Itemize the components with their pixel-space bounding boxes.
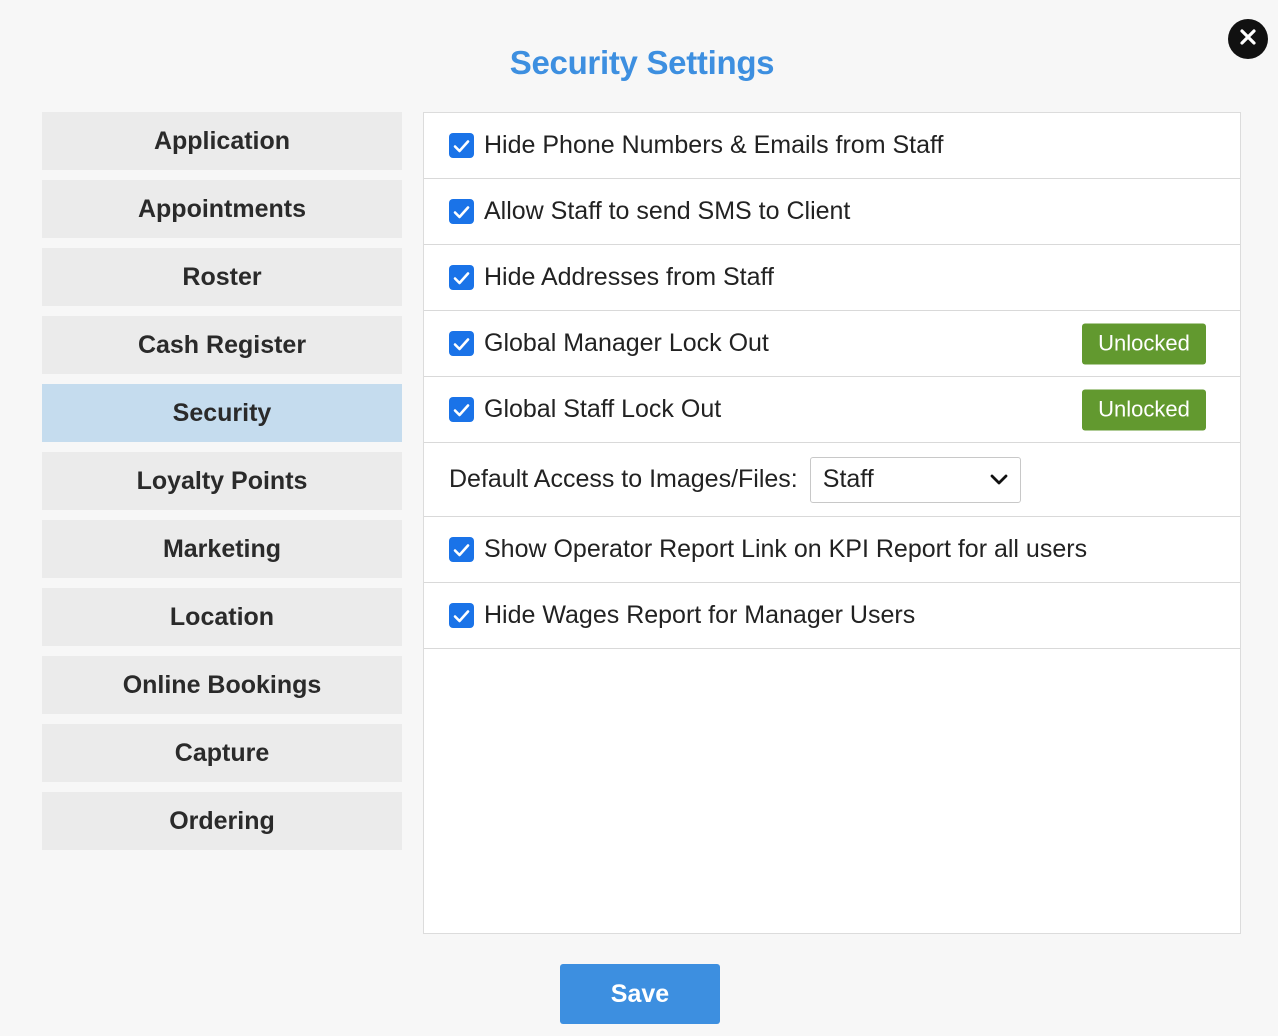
allow-sms-checkbox[interactable] — [449, 199, 474, 224]
manager-lockout-status-button[interactable]: Unlocked — [1082, 323, 1206, 364]
sidebar-item-online-bookings[interactable]: Online Bookings — [42, 656, 402, 714]
hide-phone-checkbox[interactable] — [449, 133, 474, 158]
setting-row-manager-lockout: Global Manager Lock Out Unlocked — [424, 311, 1240, 377]
sidebar-item-location[interactable]: Location — [42, 588, 402, 646]
page-title: Security Settings — [509, 44, 775, 81]
checkmark-icon — [453, 337, 470, 350]
hide-wages-checkbox[interactable] — [449, 603, 474, 628]
checkmark-icon — [453, 271, 470, 284]
hide-phone-label: Hide Phone Numbers & Emails from Staff — [484, 131, 944, 159]
operator-report-checkbox[interactable] — [449, 537, 474, 562]
default-access-selected-value: Staff — [822, 465, 874, 493]
default-access-label: Default Access to Images/Files: — [449, 465, 798, 493]
checkmark-icon — [453, 403, 470, 416]
manager-lockout-label: Global Manager Lock Out — [484, 329, 769, 357]
sidebar-item-application[interactable]: Application — [42, 112, 402, 170]
checkmark-icon — [453, 543, 470, 556]
setting-row-hide-wages: Hide Wages Report for Manager Users — [424, 583, 1240, 649]
default-access-select[interactable]: Staff — [809, 456, 1021, 503]
sidebar-item-roster[interactable]: Roster — [42, 248, 402, 306]
close-button[interactable] — [1228, 19, 1268, 59]
staff-lockout-checkbox[interactable] — [449, 397, 474, 422]
close-icon — [1239, 28, 1257, 51]
settings-sidebar: Application Appointments Roster Cash Reg… — [42, 112, 402, 860]
setting-row-operator-report: Show Operator Report Link on KPI Report … — [424, 517, 1240, 583]
sidebar-item-cash-register[interactable]: Cash Register — [42, 316, 402, 374]
hide-wages-label: Hide Wages Report for Manager Users — [484, 601, 916, 629]
checkmark-icon — [453, 139, 470, 152]
checkmark-icon — [453, 205, 470, 218]
manager-lockout-checkbox[interactable] — [449, 331, 474, 356]
chevron-down-icon — [990, 474, 1008, 484]
sidebar-item-capture[interactable]: Capture — [42, 724, 402, 782]
sidebar-item-ordering[interactable]: Ordering — [42, 792, 402, 850]
sidebar-item-loyalty-points[interactable]: Loyalty Points — [42, 452, 402, 510]
hide-addresses-checkbox[interactable] — [449, 265, 474, 290]
staff-lockout-status-button[interactable]: Unlocked — [1082, 389, 1206, 430]
checkmark-icon — [453, 609, 470, 622]
operator-report-label: Show Operator Report Link on KPI Report … — [484, 535, 1088, 563]
setting-row-staff-lockout: Global Staff Lock Out Unlocked — [424, 377, 1240, 443]
setting-row-default-access: Default Access to Images/Files: Staff — [424, 443, 1240, 517]
save-button[interactable]: Save — [560, 964, 720, 1024]
staff-lockout-label: Global Staff Lock Out — [484, 395, 722, 423]
sidebar-item-appointments[interactable]: Appointments — [42, 180, 402, 238]
hide-addresses-label: Hide Addresses from Staff — [484, 263, 774, 291]
setting-row-allow-sms: Allow Staff to send SMS to Client — [424, 179, 1240, 245]
setting-row-hide-addresses: Hide Addresses from Staff — [424, 245, 1240, 311]
sidebar-item-marketing[interactable]: Marketing — [42, 520, 402, 578]
sidebar-item-security[interactable]: Security — [42, 384, 402, 442]
setting-row-hide-phone: Hide Phone Numbers & Emails from Staff — [424, 113, 1240, 179]
security-settings-panel: Hide Phone Numbers & Emails from Staff A… — [423, 112, 1241, 934]
allow-sms-label: Allow Staff to send SMS to Client — [484, 197, 851, 225]
